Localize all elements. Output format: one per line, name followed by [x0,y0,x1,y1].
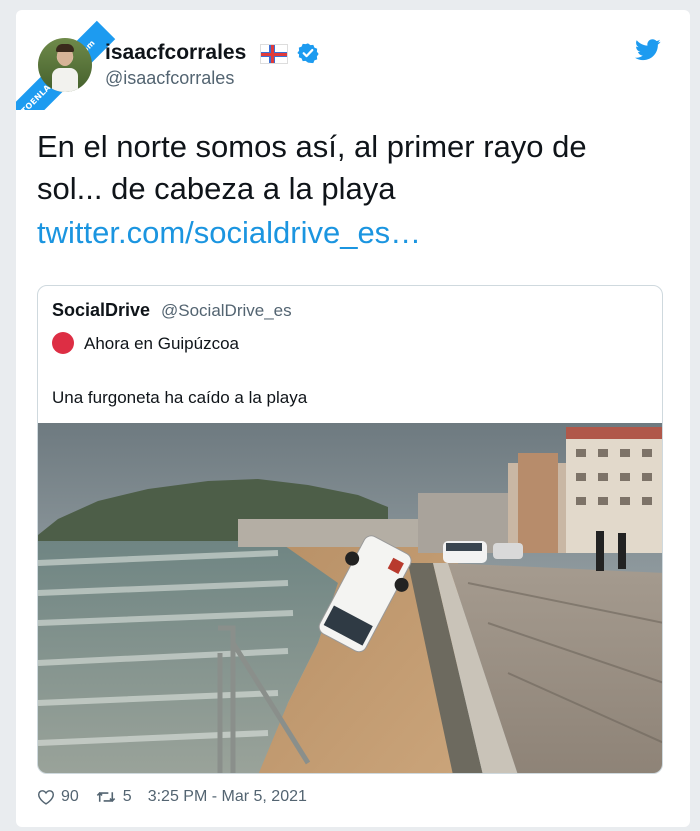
quoted-photo[interactable] [38,423,663,774]
tweet-footer: 90 5 3:25 PM - Mar 5, 2021 [37,788,307,806]
like-button[interactable]: 90 [37,788,79,806]
quoted-text: Una furgoneta ha caído a la playa [52,388,308,407]
quoted-location-line: Ahora en Guipúzcoa [84,334,239,353]
tweet-link[interactable]: twitter.com/socialdrive_es… [37,215,421,251]
retweet-button[interactable]: 5 [95,788,132,806]
user-handle[interactable]: @isaacfcorrales [105,68,234,89]
flag-icon [260,44,288,64]
retweet-icon [96,791,115,803]
quoted-handle[interactable]: @SocialDrive_es [161,301,292,321]
red-circle-icon [52,332,74,354]
display-name[interactable]: isaacfcorrales [105,41,246,65]
quoted-display-name[interactable]: SocialDrive [52,300,150,321]
heart-icon [37,790,55,805]
like-count: 90 [61,788,79,805]
timestamp[interactable]: 3:25 PM - Mar 5, 2021 [148,788,307,806]
twitter-bird-icon[interactable] [635,38,661,62]
verified-badge-icon [297,43,319,64]
quoted-tweet[interactable]: SocialDrive @SocialDrive_es Ahora en Gui… [37,285,663,774]
tweet-card: VISTOENLASREDES .com isaacfcorrales @isa… [16,10,690,827]
retweet-count: 5 [122,788,132,805]
tweet-text: En el norte somos así, al primer rayo de… [37,129,587,206]
avatar[interactable] [38,38,92,92]
